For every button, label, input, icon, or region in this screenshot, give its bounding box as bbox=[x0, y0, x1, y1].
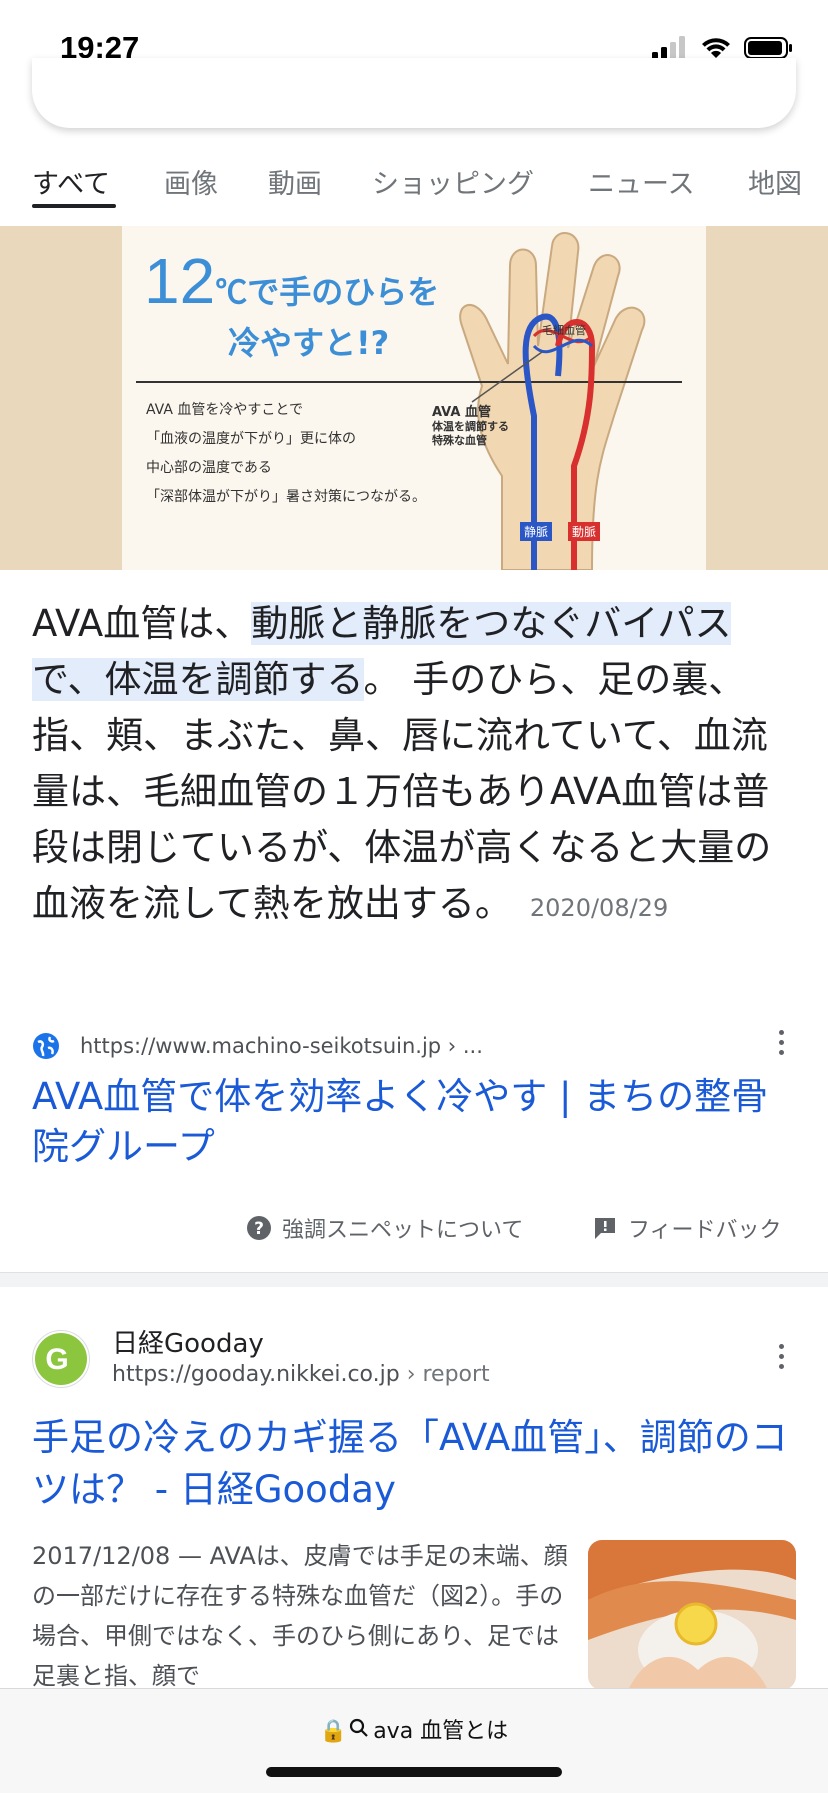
tab-maps[interactable]: 地図 bbox=[748, 162, 802, 201]
tab-videos[interactable]: 動画 bbox=[268, 162, 322, 201]
label-vein: 静脈 bbox=[520, 522, 553, 541]
feedback-icon bbox=[595, 1218, 615, 1239]
result-title[interactable]: 手足の冷えのカギ握る「AVA血管」、調節のコツは？ - 日経Gooday bbox=[32, 1412, 796, 1516]
featured-source-url[interactable]: https://www.machino-seikotsuin.jp › ... bbox=[80, 1034, 483, 1058]
result-description: 2017/12/08 — AVAは、皮膚では手足の末端、顔の一部だけに存在する特… bbox=[32, 1542, 568, 1690]
tab-shopping[interactable]: ショッピング bbox=[372, 162, 534, 201]
more-options-icon[interactable] bbox=[778, 1344, 786, 1374]
lock-icon: 🔒 bbox=[319, 1719, 348, 1744]
featured-source[interactable]: https://www.machino-seikotsuin.jp › ... bbox=[32, 1030, 796, 1066]
site-favicon: G bbox=[32, 1330, 90, 1388]
home-indicator bbox=[266, 1767, 562, 1777]
browser-bottom-bar: 🔒 ava 血管とは bbox=[0, 1688, 828, 1793]
result-divider bbox=[0, 1272, 828, 1287]
snippet-feedback-row: ? 強調スニペットについて フィードバック bbox=[0, 1208, 828, 1248]
feedback-link[interactable]: フィードバック bbox=[592, 1212, 782, 1244]
label-artery: 動脈 bbox=[568, 522, 601, 541]
hero-headline: 12℃で手のひらを bbox=[144, 245, 440, 317]
search-box[interactable] bbox=[32, 58, 796, 128]
active-tab-indicator bbox=[32, 204, 116, 208]
battery-icon bbox=[744, 37, 792, 59]
more-options-icon[interactable] bbox=[778, 1030, 786, 1060]
featured-snippet-text: AVA血管は、動脈と静脈をつなぐバイパスで、体温を調節する。 手のひら、足の裏、… bbox=[32, 602, 772, 925]
wifi-icon bbox=[702, 38, 730, 58]
site-url[interactable]: https://gooday.nikkei.co.jp › report bbox=[112, 1362, 490, 1387]
label-ava: AVA 血管 体温を調節する 特殊な血管 bbox=[432, 405, 509, 448]
about-snippet-link[interactable]: ? 強調スニペットについて bbox=[246, 1212, 523, 1244]
globe-icon bbox=[33, 1033, 59, 1059]
featured-image-canvas: 12℃で手のひらを 冷やすと!? AVA 血管を冷やすことで 「血液の温度が下が… bbox=[122, 226, 706, 570]
search-icon bbox=[349, 1718, 369, 1744]
featured-result-title[interactable]: AVA血管で体を効率よく冷やす | まちの整骨院グループ bbox=[32, 1072, 796, 1172]
cellular-signal-icon bbox=[652, 36, 685, 60]
result-thumbnail[interactable] bbox=[588, 1540, 796, 1690]
tab-news[interactable]: ニュース bbox=[588, 162, 695, 201]
site-name[interactable]: 日経Gooday bbox=[112, 1323, 264, 1360]
svg-text:?: ? bbox=[254, 1219, 264, 1239]
address-text: ava 血管とは bbox=[373, 1719, 509, 1744]
status-icons bbox=[652, 36, 794, 60]
snippet-date: 2020/08/29 bbox=[529, 894, 669, 922]
tab-all[interactable]: すべて bbox=[32, 162, 110, 201]
help-icon: ? bbox=[247, 1216, 271, 1240]
label-capillary: 毛細血管 bbox=[542, 324, 586, 337]
tab-images[interactable]: 画像 bbox=[164, 162, 218, 201]
svg-text:G: G bbox=[45, 1343, 68, 1376]
search-tabs: すべて 画像 動画 ショッピング ニュース 地図 bbox=[0, 150, 828, 227]
hero-body-text: AVA 血管を冷やすことで 「血液の温度が下がり」更に体の 中心部の温度である … bbox=[146, 402, 426, 505]
hero-headline-2: 冷やすと!? bbox=[228, 324, 390, 362]
featured-image[interactable]: 12℃で手のひらを 冷やすと!? AVA 血管を冷やすことで 「血液の温度が下が… bbox=[0, 226, 828, 570]
address-bar[interactable]: 🔒 ava 血管とは bbox=[0, 1713, 828, 1745]
